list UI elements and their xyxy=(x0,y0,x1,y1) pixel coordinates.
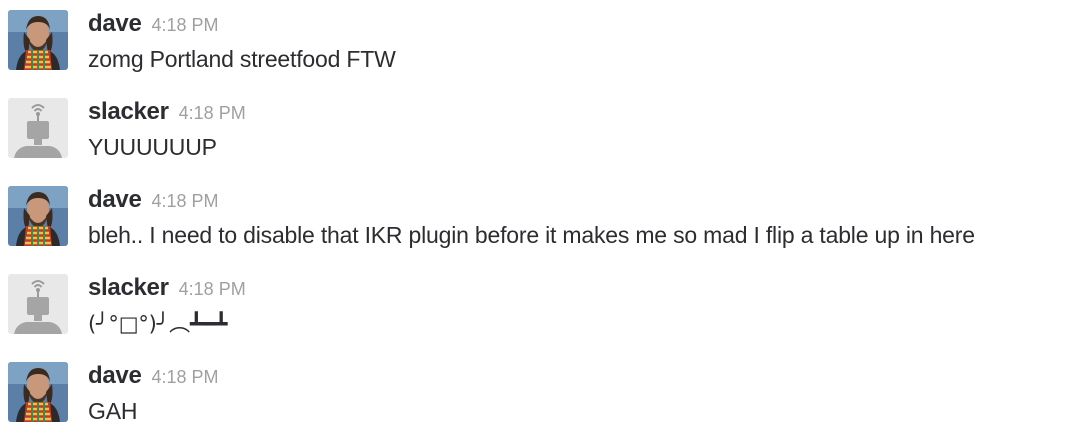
message-header: slacker 4:18 PM xyxy=(88,98,246,128)
author-name[interactable]: dave xyxy=(88,186,142,213)
user-photo-avatar-icon xyxy=(8,186,68,246)
author-name[interactable]: slacker xyxy=(88,274,169,301)
author-name[interactable]: dave xyxy=(88,10,142,37)
message-timestamp[interactable]: 4:18 PM xyxy=(179,279,246,299)
message-item: slacker 4:18 PM (╯°□°)╯︵┻━┻ xyxy=(8,274,1078,336)
message-timestamp[interactable]: 4:18 PM xyxy=(152,367,219,387)
message-text: YUUUUUUP xyxy=(88,134,217,160)
user-photo-avatar-icon xyxy=(8,362,68,422)
message-text: zomg Portland streetfood FTW xyxy=(88,46,396,72)
user-avatar[interactable] xyxy=(8,186,68,246)
message-text: GAH xyxy=(88,398,138,424)
message-item: dave 4:18 PM bleh.. I need to disable tha… xyxy=(8,186,1078,248)
message-header: dave 4:18 PM xyxy=(88,362,219,392)
message-timestamp[interactable]: 4:18 PM xyxy=(152,191,219,211)
user-avatar[interactable] xyxy=(8,10,68,70)
message-item: dave 4:18 PM zomg Portland streetfood FTW xyxy=(8,10,1078,72)
bot-avatar[interactable] xyxy=(8,98,68,158)
message-timestamp[interactable]: 4:18 PM xyxy=(179,103,246,123)
author-name[interactable]: slacker xyxy=(88,98,169,125)
message-text: (╯°□°)╯︵┻━┻ xyxy=(88,312,228,336)
message-header: dave 4:18 PM xyxy=(88,186,219,216)
bot-avatar[interactable] xyxy=(8,274,68,334)
author-name[interactable]: dave xyxy=(88,362,142,389)
message-header: dave 4:18 PM xyxy=(88,10,219,40)
message-header: slacker 4:18 PM xyxy=(88,274,246,304)
message-timestamp[interactable]: 4:18 PM xyxy=(152,15,219,35)
bot-robot-avatar-icon xyxy=(8,98,68,158)
message-text: bleh.. I need to disable that IKR plugin… xyxy=(88,222,975,248)
message-item: slacker 4:18 PM YUUUUUUP xyxy=(8,98,1078,160)
user-photo-avatar-icon xyxy=(8,10,68,70)
bot-robot-avatar-icon xyxy=(8,274,68,334)
user-avatar[interactable] xyxy=(8,362,68,422)
message-item: dave 4:18 PM GAH xyxy=(8,362,1078,424)
